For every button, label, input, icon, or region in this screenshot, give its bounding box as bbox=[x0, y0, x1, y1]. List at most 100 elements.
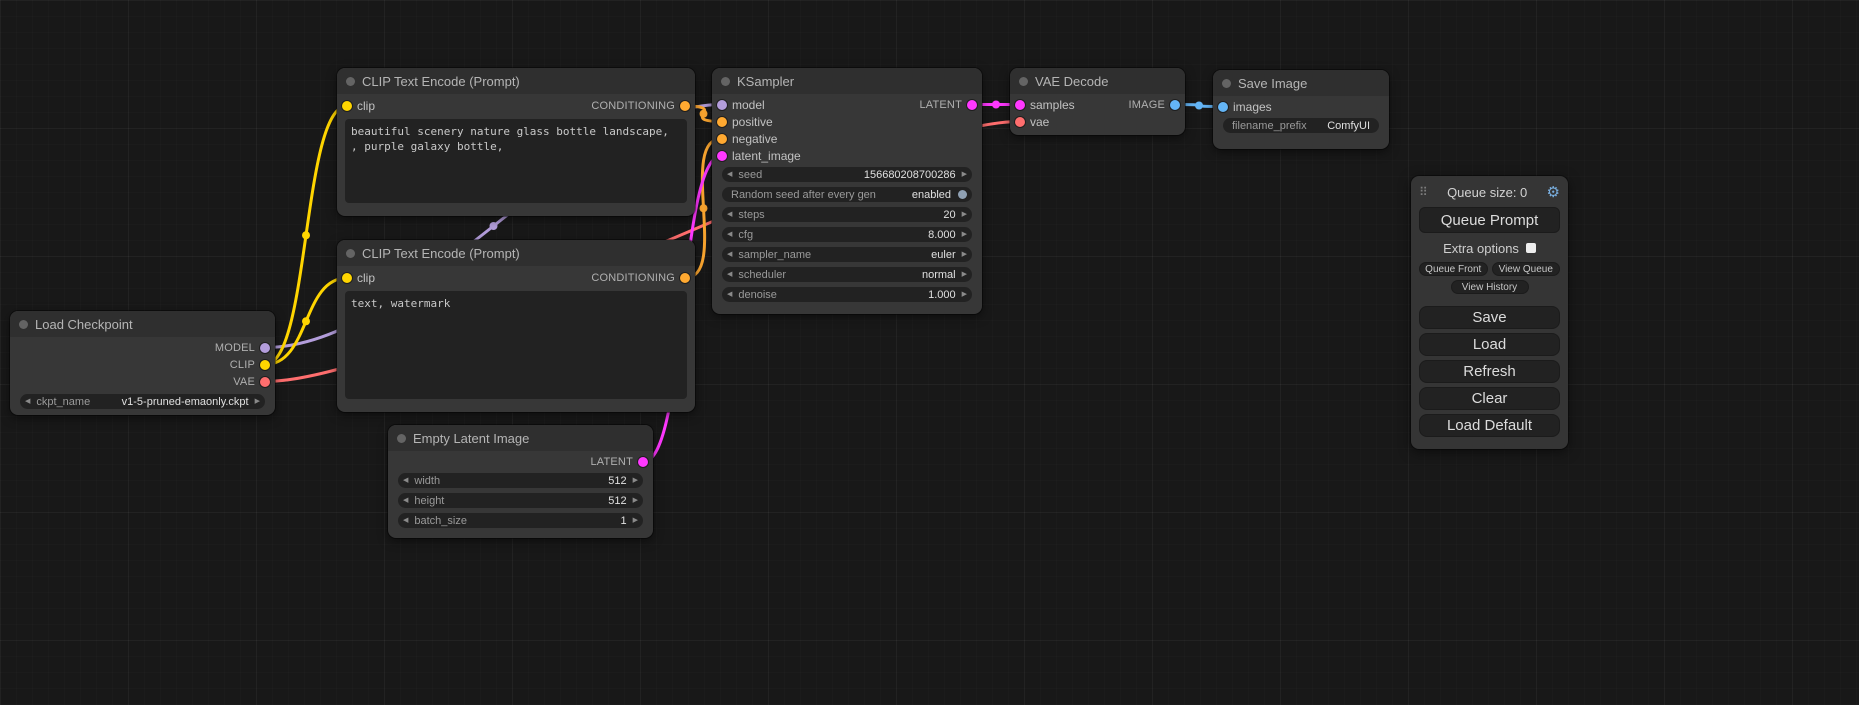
widget-seed[interactable]: ◀ seed 156680208700286 ▶ bbox=[722, 167, 972, 182]
collapse-dot-icon[interactable] bbox=[19, 320, 28, 329]
node-header[interactable]: CLIP Text Encode (Prompt) bbox=[337, 240, 695, 266]
input-port-clip[interactable] bbox=[342, 101, 352, 111]
output-port-model[interactable] bbox=[260, 343, 270, 353]
decrement-arrow-icon[interactable]: ◀ bbox=[727, 267, 732, 282]
view-queue-button[interactable]: View Queue bbox=[1492, 262, 1561, 276]
drag-handle-icon[interactable]: ⠿ bbox=[1419, 185, 1428, 199]
output-port-conditioning[interactable] bbox=[680, 273, 690, 283]
queue-size-label: Queue size: 0 bbox=[1428, 185, 1547, 200]
output-port-latent[interactable] bbox=[638, 457, 648, 467]
input-port-samples[interactable] bbox=[1015, 100, 1025, 110]
increment-arrow-icon[interactable]: ▶ bbox=[962, 227, 967, 242]
increment-arrow-icon[interactable]: ▶ bbox=[962, 167, 967, 182]
input-port-latent-image[interactable] bbox=[717, 151, 727, 161]
increment-arrow-icon[interactable]: ▶ bbox=[962, 247, 967, 262]
widget-sampler-name[interactable]: ◀ sampler_name euler ▶ bbox=[722, 247, 972, 262]
widget-height[interactable]: ◀ height 512 ▶ bbox=[398, 493, 643, 508]
node-header[interactable]: KSampler bbox=[712, 68, 982, 94]
widget-random-seed-toggle[interactable]: Random seed after every gen enabled bbox=[722, 187, 972, 202]
save-button[interactable]: Save bbox=[1419, 306, 1560, 329]
widget-scheduler[interactable]: ◀ scheduler normal ▶ bbox=[722, 267, 972, 282]
input-port-clip[interactable] bbox=[342, 273, 352, 283]
decrement-arrow-icon[interactable]: ◀ bbox=[727, 167, 732, 182]
prompt-text-input[interactable]: beautiful scenery nature glass bottle la… bbox=[345, 119, 687, 203]
input-port-images[interactable] bbox=[1218, 102, 1228, 112]
node-clip-text-encode-positive[interactable]: CLIP Text Encode (Prompt) clip CONDITION… bbox=[337, 68, 695, 216]
widget-ckpt-name[interactable]: ◀ ckpt_name v1-5-pruned-emaonly.ckpt ▶ bbox=[20, 394, 265, 409]
widget-label: width bbox=[414, 475, 608, 487]
decrement-arrow-icon[interactable]: ◀ bbox=[727, 247, 732, 262]
extra-options-label: Extra options bbox=[1443, 241, 1519, 256]
node-title-label: Save Image bbox=[1238, 76, 1307, 91]
collapse-dot-icon[interactable] bbox=[397, 434, 406, 443]
output-label-clip: CLIP bbox=[230, 359, 255, 371]
clear-button[interactable]: Clear bbox=[1419, 387, 1560, 410]
output-port-clip[interactable] bbox=[260, 360, 270, 370]
input-label-negative: negative bbox=[732, 132, 777, 146]
input-port-vae[interactable] bbox=[1015, 117, 1025, 127]
output-port-conditioning[interactable] bbox=[680, 101, 690, 111]
node-header[interactable]: Save Image bbox=[1213, 70, 1389, 96]
input-port-negative[interactable] bbox=[717, 134, 727, 144]
decrement-arrow-icon[interactable]: ◀ bbox=[403, 473, 408, 488]
load-default-button[interactable]: Load Default bbox=[1419, 414, 1560, 437]
increment-arrow-icon[interactable]: ▶ bbox=[962, 207, 967, 222]
node-clip-text-encode-negative[interactable]: CLIP Text Encode (Prompt) clip CONDITION… bbox=[337, 240, 695, 412]
output-port-image[interactable] bbox=[1170, 100, 1180, 110]
widget-value: normal bbox=[922, 269, 956, 281]
widget-label: steps bbox=[738, 209, 943, 221]
increment-arrow-icon[interactable]: ▶ bbox=[255, 394, 260, 409]
widget-denoise[interactable]: ◀ denoise 1.000 ▶ bbox=[722, 287, 972, 302]
decrement-arrow-icon[interactable]: ◀ bbox=[25, 394, 30, 409]
widget-width[interactable]: ◀ width 512 ▶ bbox=[398, 473, 643, 488]
node-canvas[interactable]: Load Checkpoint MODEL CLIP VAE bbox=[0, 0, 1859, 705]
collapse-dot-icon[interactable] bbox=[346, 249, 355, 258]
queue-front-button[interactable]: Queue Front bbox=[1419, 262, 1488, 276]
increment-arrow-icon[interactable]: ▶ bbox=[633, 473, 638, 488]
collapse-dot-icon[interactable] bbox=[346, 77, 355, 86]
widget-value: 512 bbox=[608, 495, 626, 507]
prompt-text-input[interactable]: text, watermark bbox=[345, 291, 687, 399]
collapse-dot-icon[interactable] bbox=[721, 77, 730, 86]
node-header[interactable]: VAE Decode bbox=[1010, 68, 1185, 94]
input-port-positive[interactable] bbox=[717, 117, 727, 127]
node-load-checkpoint[interactable]: Load Checkpoint MODEL CLIP VAE bbox=[10, 311, 275, 415]
widget-batch-size[interactable]: ◀ batch_size 1 ▶ bbox=[398, 513, 643, 528]
node-header[interactable]: Empty Latent Image bbox=[388, 425, 653, 451]
queue-prompt-button[interactable]: Queue Prompt bbox=[1419, 207, 1560, 233]
node-header[interactable]: Load Checkpoint bbox=[10, 311, 275, 337]
decrement-arrow-icon[interactable]: ◀ bbox=[403, 513, 408, 528]
increment-arrow-icon[interactable]: ▶ bbox=[962, 267, 967, 282]
toggle-knob-icon[interactable] bbox=[958, 190, 967, 199]
widget-label: height bbox=[414, 495, 608, 507]
view-history-button[interactable]: View History bbox=[1451, 280, 1529, 294]
load-button[interactable]: Load bbox=[1419, 333, 1560, 356]
node-save-image[interactable]: Save Image images filename_prefix ComfyU… bbox=[1213, 70, 1389, 149]
node-ksampler[interactable]: KSampler model LATENT positive bbox=[712, 68, 982, 314]
increment-arrow-icon[interactable]: ▶ bbox=[962, 287, 967, 302]
input-port-model[interactable] bbox=[717, 100, 727, 110]
node-empty-latent-image[interactable]: Empty Latent Image LATENT ◀ width 512 ▶ … bbox=[388, 425, 653, 538]
node-title-label: Load Checkpoint bbox=[35, 317, 133, 332]
increment-arrow-icon[interactable]: ▶ bbox=[633, 513, 638, 528]
decrement-arrow-icon[interactable]: ◀ bbox=[403, 493, 408, 508]
queue-panel-header: ⠿ Queue size: 0 ⚙ bbox=[1419, 182, 1560, 202]
node-header[interactable]: CLIP Text Encode (Prompt) bbox=[337, 68, 695, 94]
node-vae-decode[interactable]: VAE Decode samples IMAGE vae bbox=[1010, 68, 1185, 135]
output-port-latent[interactable] bbox=[967, 100, 977, 110]
refresh-button[interactable]: Refresh bbox=[1419, 360, 1560, 383]
settings-gear-icon[interactable]: ⚙ bbox=[1547, 185, 1560, 200]
decrement-arrow-icon[interactable]: ◀ bbox=[727, 207, 732, 222]
widget-value: enabled bbox=[912, 189, 951, 201]
extra-options-checkbox[interactable] bbox=[1526, 243, 1536, 253]
output-port-vae[interactable] bbox=[260, 377, 270, 387]
increment-arrow-icon[interactable]: ▶ bbox=[633, 493, 638, 508]
decrement-arrow-icon[interactable]: ◀ bbox=[727, 227, 732, 242]
collapse-dot-icon[interactable] bbox=[1222, 79, 1231, 88]
widget-steps[interactable]: ◀ steps 20 ▶ bbox=[722, 207, 972, 222]
widget-filename-prefix[interactable]: filename_prefix ComfyUI bbox=[1223, 118, 1379, 133]
decrement-arrow-icon[interactable]: ◀ bbox=[727, 287, 732, 302]
output-label-latent: LATENT bbox=[919, 99, 962, 111]
collapse-dot-icon[interactable] bbox=[1019, 77, 1028, 86]
widget-cfg[interactable]: ◀ cfg 8.000 ▶ bbox=[722, 227, 972, 242]
